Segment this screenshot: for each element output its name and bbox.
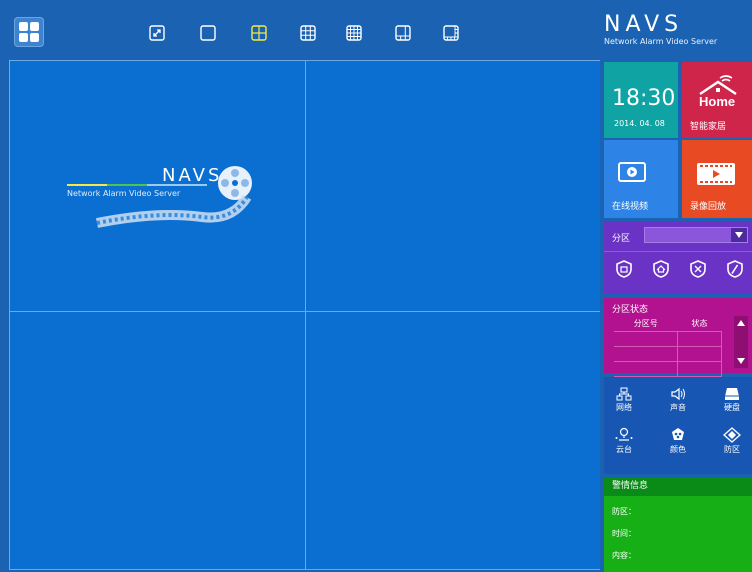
- layout-8-button[interactable]: [443, 25, 459, 41]
- settings-item-label: 网络: [616, 403, 632, 412]
- home-icon-text: Home: [699, 94, 735, 108]
- scroll-up-icon[interactable]: [737, 320, 745, 326]
- layout-1-button[interactable]: [200, 25, 216, 41]
- brand-title: NAVS: [604, 12, 684, 37]
- settings-item-label: 防区: [724, 445, 740, 454]
- film-reel-icon: [67, 166, 252, 228]
- disarm-x-icon[interactable]: [688, 259, 708, 279]
- settings-panel: 网络 声音 硬盘 云台 颜色 防区: [604, 377, 752, 474]
- menu-grid-icon: [19, 33, 28, 42]
- playback-tile[interactable]: 录像回放: [682, 140, 752, 218]
- partition-status-panel: 分区状态 分区号 状态: [604, 298, 752, 377]
- status-scrollbar[interactable]: [734, 316, 748, 368]
- partition-label: 分区: [612, 234, 631, 244]
- color-icon: [672, 428, 684, 440]
- layout-16-icon: [346, 25, 362, 41]
- scroll-down-icon[interactable]: [737, 358, 745, 364]
- video-cell-4[interactable]: [306, 312, 602, 571]
- main-menu-button[interactable]: [14, 17, 44, 47]
- home-icon: Home: [699, 75, 737, 108]
- monitor-play-icon: [618, 162, 646, 182]
- video-grid: NAVS Network Alarm Video Server: [9, 60, 601, 570]
- menu-grid-icon: [30, 22, 39, 31]
- online-video-tile[interactable]: 在线视频: [604, 140, 678, 218]
- smart-home-tile[interactable]: Home 智能家居: [682, 62, 752, 138]
- settings-item-label: 硬盘: [724, 403, 740, 412]
- fullscreen-button[interactable]: [149, 25, 165, 41]
- alarm-content-label: 内容：: [612, 551, 636, 560]
- video-cell-3[interactable]: [10, 312, 305, 571]
- brand-logo: NAVS Network Alarm Video Server: [604, 12, 718, 47]
- arm-shield-icon[interactable]: [614, 259, 634, 279]
- alarm-info-body: 防区： 时间： 内容：: [604, 496, 752, 572]
- clock-tile: 18:30 2014. 04. 08: [604, 62, 678, 138]
- chevron-down-icon[interactable]: [731, 228, 747, 242]
- settings-item-label: 颜色: [670, 445, 686, 454]
- partition-status-table: 分区号 状态: [614, 316, 722, 377]
- brand-subtitle: Network Alarm Video Server: [604, 37, 718, 46]
- settings-item-network[interactable]: 网络: [606, 387, 642, 413]
- video-cell-2[interactable]: [306, 61, 602, 311]
- menu-grid-icon: [30, 33, 39, 42]
- settings-item-label: 云台: [616, 445, 632, 454]
- smart-home-label: 智能家居: [690, 122, 727, 132]
- settings-item-harddisk[interactable]: 硬盘: [714, 387, 750, 413]
- partition-select[interactable]: [644, 227, 748, 243]
- layout-9-icon: [300, 25, 316, 41]
- partition-divider: [604, 251, 752, 252]
- layout-16-button[interactable]: [346, 25, 362, 41]
- layout-4-button[interactable]: [251, 25, 267, 41]
- layout-8-icon: [443, 25, 459, 41]
- navs-watermark-logo: NAVS Network Alarm Video Server: [67, 161, 267, 241]
- online-video-label: 在线视频: [612, 202, 649, 212]
- zone-icon: [723, 427, 741, 443]
- layout-6-icon: [395, 25, 411, 41]
- network-icon: [616, 387, 632, 401]
- layout-9-button[interactable]: [300, 25, 316, 41]
- menu-grid-icon: [19, 22, 28, 31]
- home-arm-shield-icon[interactable]: [651, 259, 671, 279]
- settings-item-sound[interactable]: 声音: [660, 387, 696, 413]
- speaker-icon: [671, 387, 685, 401]
- column-header-partition-no: 分区号: [614, 316, 678, 332]
- film-play-icon: [697, 163, 735, 185]
- settings-item-ptz[interactable]: 云台: [606, 427, 642, 455]
- alarm-info-title: 警情信息: [604, 477, 752, 496]
- right-sidebar: NAVS Network Alarm Video Server 18:30 20…: [600, 0, 752, 572]
- alarm-zone-label: 防区：: [612, 507, 636, 516]
- settings-item-zone[interactable]: 防区: [714, 427, 750, 455]
- table-row[interactable]: [614, 346, 722, 362]
- ptz-icon: [615, 427, 633, 441]
- alarm-info-panel: 警情信息 防区： 时间： 内容：: [604, 477, 752, 572]
- layout-4-icon: [251, 25, 267, 41]
- table-row[interactable]: [614, 331, 722, 347]
- table-row[interactable]: [614, 361, 722, 377]
- settings-item-color[interactable]: 颜色: [660, 427, 696, 455]
- top-toolbar: [0, 0, 600, 60]
- fullscreen-icon: [149, 25, 165, 41]
- partition-panel: 分区: [604, 221, 752, 294]
- playback-label: 录像回放: [690, 202, 727, 212]
- settings-item-label: 声音: [670, 403, 686, 412]
- clock-time: 18:30: [612, 86, 676, 111]
- clear-alarm-icon[interactable]: [725, 259, 745, 279]
- layout-1-icon: [200, 25, 216, 41]
- alarm-time-label: 时间：: [612, 529, 636, 538]
- partition-status-title: 分区状态: [612, 305, 649, 315]
- column-header-status: 状态: [677, 316, 722, 332]
- clock-date: 2014. 04. 08: [614, 119, 665, 128]
- video-cell-1[interactable]: NAVS Network Alarm Video Server: [10, 61, 305, 311]
- harddisk-icon: [725, 388, 739, 400]
- layout-6-button[interactable]: [395, 25, 411, 41]
